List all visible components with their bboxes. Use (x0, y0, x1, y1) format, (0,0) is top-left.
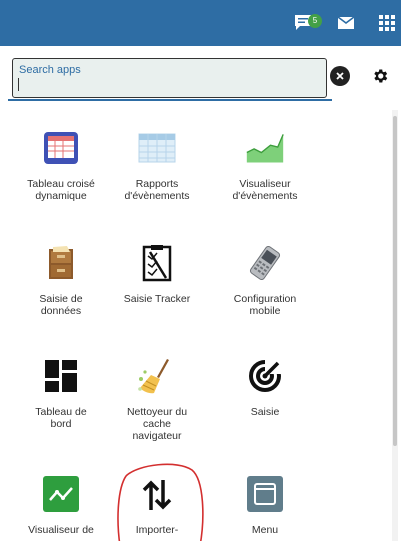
text-caret (18, 78, 19, 91)
data-visualizer-icon (41, 474, 81, 514)
search-underline (8, 99, 332, 101)
notification-badge: 5 (308, 14, 322, 28)
event-reports-icon (137, 128, 177, 168)
mobile-config-icon (245, 243, 285, 283)
app-label: Visualiseur d'évènements (232, 178, 298, 202)
capture-icon (245, 356, 285, 396)
app-label: Saisie de données (39, 293, 83, 317)
gear-icon (374, 69, 388, 83)
app-label: Menu (251, 524, 279, 536)
pivot-table-icon (41, 128, 81, 168)
app-label: Saisie (250, 406, 280, 418)
annotation-circle (117, 463, 204, 541)
data-entry-icon (41, 243, 81, 283)
app-label: Rapports d'évènements (124, 178, 190, 202)
app-label: Nettoyeur du cache navigateur (126, 406, 188, 442)
dashboard-icon (41, 356, 81, 396)
menu-icon (245, 474, 285, 514)
mail-icon[interactable] (335, 13, 357, 33)
app-label: Visualiseur de (28, 524, 94, 536)
close-icon (336, 72, 344, 80)
scrollbar-thumb[interactable] (393, 116, 397, 446)
app-label: Tableau de bord (35, 406, 87, 430)
event-visualizer-icon (245, 128, 285, 168)
app-label: Tableau croisé dynamique (27, 178, 95, 202)
search-input[interactable] (12, 58, 327, 98)
settings-button[interactable] (368, 64, 392, 88)
app-label: Configuration mobile (233, 293, 297, 317)
app-label: Saisie Tracker (123, 293, 191, 305)
tracker-capture-icon (137, 243, 177, 283)
browser-cache-cleaner-icon (137, 356, 177, 396)
apps-grid-icon[interactable] (376, 13, 398, 33)
clear-search-button[interactable] (330, 66, 350, 86)
